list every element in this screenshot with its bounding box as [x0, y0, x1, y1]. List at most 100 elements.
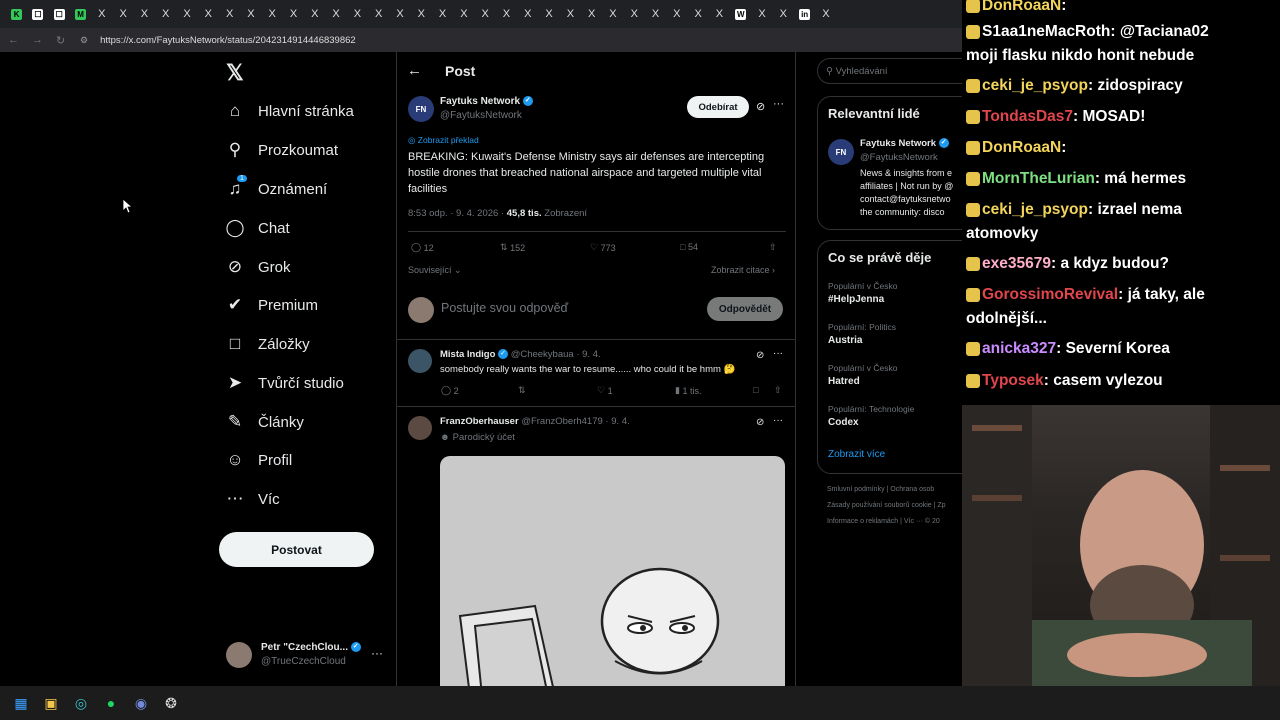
nav-home[interactable]: ⌂ Hlavní stránka: [220, 96, 354, 126]
reply-button[interactable]: Odpovědět: [707, 297, 783, 321]
x-logo-icon[interactable]: 𝕏: [226, 60, 244, 86]
reply-image[interactable]: [440, 456, 785, 686]
browser-tab[interactable]: X: [91, 0, 112, 28]
browser-tab[interactable]: X: [517, 0, 538, 28]
trend-item[interactable]: Populární: Politics Austria: [828, 322, 896, 346]
spotify-icon[interactable]: ●: [100, 692, 122, 714]
browser-tab[interactable]: X: [602, 0, 623, 28]
nav-articles[interactable]: ✎ Články: [220, 407, 304, 437]
nav-premium[interactable]: ✔ Premium: [220, 290, 318, 320]
bookmark-icon[interactable]: □: [753, 385, 758, 395]
browser-tab[interactable]: X: [219, 0, 240, 28]
browser-tab[interactable]: X: [773, 0, 794, 28]
trend-item[interactable]: Populární: Technologie Codex: [828, 404, 914, 428]
chat-username[interactable]: DonRoaaN: [982, 139, 1061, 156]
back-arrow-icon[interactable]: ←: [407, 62, 422, 79]
author-name[interactable]: Faytuks Network: [440, 96, 520, 107]
reply-input[interactable]: Postujte svou odpověď: [441, 301, 568, 315]
reply-author-name[interactable]: Mista Indigo: [440, 349, 495, 360]
share-icon[interactable]: ⇧: [774, 385, 782, 396]
browser-tab[interactable]: X: [815, 0, 836, 28]
browser-tab[interactable]: X: [389, 0, 410, 28]
like-action[interactable]: ♡ 773: [590, 242, 616, 253]
reply-author-name[interactable]: FranzOberhauser: [440, 416, 519, 427]
nav-explore[interactable]: ⚲ Prozkoumat: [220, 135, 338, 165]
browser-tab[interactable]: X: [262, 0, 283, 28]
windows-start-icon[interactable]: ▦: [10, 692, 32, 714]
related-link[interactable]: Související ⌄: [408, 265, 462, 276]
footer-links[interactable]: Zásady používání souborů cookie | Zp: [827, 502, 946, 509]
trend-item[interactable]: Populární v Česko Hatred: [828, 363, 897, 387]
footer-links[interactable]: Smluvní podmínky | Ochrana osob: [827, 486, 934, 493]
chat-username[interactable]: GorossimoRevival: [982, 286, 1118, 303]
show-more-link[interactable]: Zobrazit více: [828, 449, 885, 460]
browser-tab[interactable]: K: [6, 0, 27, 28]
nav-creator-studio[interactable]: ➤ Tvůrčí studio: [220, 368, 344, 398]
chat-username[interactable]: exe35679: [982, 255, 1051, 272]
like-action[interactable]: ♡ 1: [597, 385, 613, 396]
browser-tab[interactable]: X: [751, 0, 772, 28]
follow-button[interactable]: Odebírat: [687, 96, 749, 118]
reply-avatar[interactable]: [408, 349, 432, 373]
browser-tab[interactable]: X: [432, 0, 453, 28]
reload-icon[interactable]: ↻: [56, 34, 70, 47]
footer-links[interactable]: Informace o reklamách | Víc ··· © 20: [827, 518, 940, 525]
browser-tab[interactable]: X: [176, 0, 197, 28]
nav-grok[interactable]: ⊘ Grok: [220, 252, 291, 282]
browser-tab[interactable]: X: [198, 0, 219, 28]
browser-tab[interactable]: X: [411, 0, 432, 28]
nav-bookmarks[interactable]: □ Záložky: [220, 329, 310, 359]
browser-tab[interactable]: X: [112, 0, 133, 28]
chat-username[interactable]: anicka327: [982, 340, 1056, 357]
trend-item[interactable]: Populární v Česko #HelpJenna: [828, 281, 897, 305]
reply-avatar[interactable]: [408, 416, 432, 440]
more-icon[interactable]: ···: [773, 348, 783, 359]
edge-browser-icon[interactable]: ◎: [70, 692, 92, 714]
chat-username[interactable]: ceki_je_psyop: [982, 77, 1088, 94]
chat-username[interactable]: MornTheLurian: [982, 170, 1095, 187]
obs-icon[interactable]: ❂: [160, 692, 182, 714]
repost-icon[interactable]: ⇅: [518, 385, 526, 396]
chat-username[interactable]: Typosek: [982, 372, 1044, 389]
browser-tab[interactable]: in: [794, 0, 815, 28]
grok-icon[interactable]: ⊘: [756, 417, 764, 428]
post-button[interactable]: Postovat: [219, 532, 374, 567]
browser-tab[interactable]: X: [304, 0, 325, 28]
browser-tab[interactable]: X: [325, 0, 346, 28]
search-box[interactable]: ⚲ Vyhledávání: [817, 58, 962, 84]
reply-action[interactable]: ◯ 12: [411, 242, 434, 253]
browser-tab[interactable]: X: [666, 0, 687, 28]
browser-tab[interactable]: X: [538, 0, 559, 28]
author-handle[interactable]: @FaytuksNetwork: [440, 110, 522, 121]
browser-tab[interactable]: M: [70, 0, 91, 28]
browser-tab[interactable]: X: [645, 0, 666, 28]
nav-profile[interactable]: ☺ Profil: [220, 445, 292, 475]
relevant-handle[interactable]: @FaytuksNetwork: [860, 152, 938, 163]
browser-tab[interactable]: X: [453, 0, 474, 28]
url-text[interactable]: https://x.com/FaytuksNetwork/status/2042…: [100, 35, 356, 46]
browser-tab[interactable]: X: [560, 0, 581, 28]
browser-tab[interactable]: ☐: [49, 0, 70, 28]
reply-action[interactable]: ◯ 2: [441, 385, 459, 396]
browser-tab[interactable]: W: [730, 0, 751, 28]
site-info-icon[interactable]: ⚙: [80, 35, 88, 46]
relevant-avatar[interactable]: FN: [828, 139, 854, 165]
nav-notifications[interactable]: ♫ 1 Oznámení: [220, 174, 327, 204]
browser-tab[interactable]: X: [155, 0, 176, 28]
browser-tab[interactable]: X: [624, 0, 645, 28]
more-icon[interactable]: ···: [773, 415, 783, 426]
quotes-link[interactable]: Zobrazit citace ›: [711, 265, 775, 275]
grok-icon[interactable]: ⊘: [756, 100, 765, 113]
nav-more[interactable]: ⋯ Víc: [220, 484, 280, 514]
chat-username[interactable]: ceki_je_psyop: [982, 201, 1088, 218]
browser-tab[interactable]: X: [496, 0, 517, 28]
browser-tab[interactable]: X: [283, 0, 304, 28]
browser-tab[interactable]: X: [240, 0, 261, 28]
discord-icon[interactable]: ◉: [130, 692, 152, 714]
browser-tab[interactable]: X: [709, 0, 730, 28]
chat-username[interactable]: DonRoaaN: [982, 0, 1061, 14]
reply-author-handle[interactable]: @FranzOberh4179: [521, 416, 602, 427]
relevant-name[interactable]: Faytuks Network: [860, 138, 936, 149]
author-avatar[interactable]: FN: [408, 96, 434, 122]
browser-tab[interactable]: X: [368, 0, 389, 28]
